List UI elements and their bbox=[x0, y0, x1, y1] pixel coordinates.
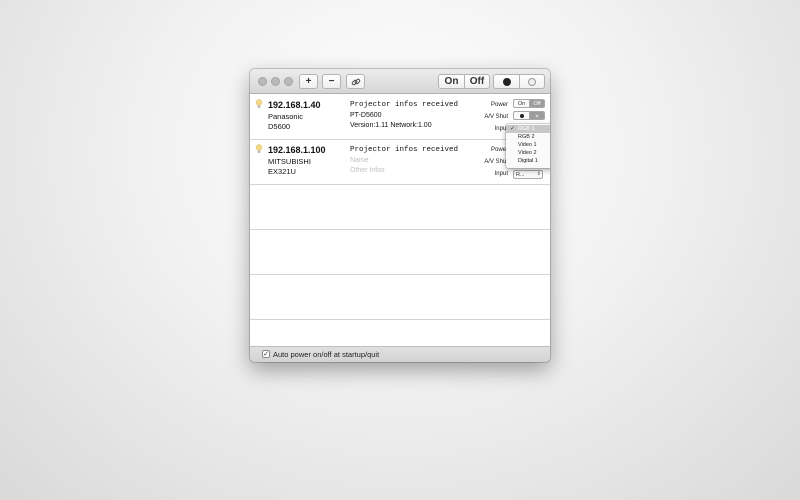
plus-icon: + bbox=[305, 76, 312, 87]
input-select-value: R... bbox=[516, 171, 525, 178]
remove-projector-button[interactable]: − bbox=[322, 74, 341, 89]
toolbar: + − On Off bbox=[250, 69, 550, 94]
filled-circle-icon bbox=[502, 77, 511, 86]
projector-list: 192.168.1.40 Panasonic D5600 Projector i… bbox=[250, 95, 550, 346]
input-dropdown-menu: ✓ RGB 1 RGB 2 Video 1 Video 2 Digital 1 bbox=[506, 124, 550, 168]
open-circle-icon bbox=[528, 77, 536, 86]
av-shut-on-button[interactable] bbox=[514, 112, 529, 119]
power-all-segmented: On Off bbox=[438, 74, 490, 89]
minus-icon: − bbox=[328, 76, 335, 87]
link-icon bbox=[351, 78, 360, 85]
checkmark-icon: ✓ bbox=[510, 126, 516, 132]
lightbulb-icon bbox=[255, 144, 263, 153]
projector-other-info-field[interactable]: Other Infos bbox=[350, 167, 385, 174]
input-label: Input bbox=[494, 171, 508, 177]
av-shut-label: A/V Shut bbox=[484, 114, 508, 120]
all-on-button[interactable]: On bbox=[439, 75, 464, 88]
minimize-window-button[interactable] bbox=[271, 77, 280, 86]
menu-item-video2[interactable]: Video 2 bbox=[506, 149, 550, 157]
projector-brand: MITSUBISHI bbox=[268, 157, 311, 166]
projector-name[interactable]: PT-D5600 bbox=[350, 112, 382, 119]
power-off-button[interactable]: Off bbox=[529, 100, 544, 107]
zoom-window-button[interactable] bbox=[284, 77, 293, 86]
projector-other-info[interactable]: Version:1.11 Network:1.00 bbox=[350, 122, 432, 129]
all-av-open-button[interactable] bbox=[519, 75, 544, 88]
projector-ip: 192.168.1.100 bbox=[268, 145, 326, 155]
empty-row bbox=[250, 185, 550, 230]
open-circle-icon bbox=[535, 113, 539, 118]
projector-row[interactable]: 192.168.1.40 Panasonic D5600 Projector i… bbox=[250, 95, 550, 140]
menu-item-video1[interactable]: Video 1 bbox=[506, 141, 550, 149]
menu-item-digital1[interactable]: Digital 1 bbox=[506, 157, 550, 165]
projector-window: + − On Off 192.168.1.40 Panasonic D5600 … bbox=[250, 69, 550, 362]
empty-row bbox=[250, 275, 550, 320]
close-window-button[interactable] bbox=[258, 77, 267, 86]
menu-item-rgb1[interactable]: ✓ RGB 1 bbox=[506, 125, 550, 133]
projector-model: EX321U bbox=[268, 167, 296, 176]
link-button[interactable] bbox=[346, 74, 365, 89]
all-av-shut-button[interactable] bbox=[494, 75, 519, 88]
all-off-button[interactable]: Off bbox=[464, 75, 489, 88]
lightbulb-icon bbox=[255, 99, 263, 108]
projector-row[interactable]: 192.168.1.100 MITSUBISHI EX321U Projecto… bbox=[250, 140, 550, 185]
power-label: Power bbox=[490, 102, 508, 108]
power-label: Power bbox=[490, 147, 508, 153]
checkmark-icon: ✓ bbox=[263, 351, 269, 358]
projector-status: Projector infos received bbox=[350, 146, 459, 154]
projector-model: D5600 bbox=[268, 122, 291, 131]
projector-ip: 192.168.1.40 bbox=[268, 100, 321, 110]
projector-brand: Panasonic bbox=[268, 112, 304, 121]
projector-name-field[interactable]: Name bbox=[350, 157, 369, 164]
empty-row bbox=[250, 230, 550, 275]
updown-arrows-icon: ⇕ bbox=[536, 171, 541, 177]
input-select[interactable]: R... ⇕ bbox=[513, 170, 543, 179]
power-toggle: On Off bbox=[513, 99, 545, 108]
av-shut-label: A/V Shut bbox=[484, 159, 508, 165]
av-shut-off-button[interactable] bbox=[529, 112, 544, 119]
menu-item-rgb2[interactable]: RGB 2 bbox=[506, 133, 550, 141]
av-shut-toggle bbox=[513, 111, 545, 120]
input-label: Input bbox=[494, 126, 508, 132]
filled-circle-icon bbox=[519, 113, 524, 118]
auto-power-checkbox[interactable]: ✓ bbox=[262, 350, 270, 358]
add-projector-button[interactable]: + bbox=[299, 74, 318, 89]
auto-power-label: Auto power on/off at startup/quit bbox=[273, 350, 380, 359]
projector-status: Projector infos received bbox=[350, 101, 459, 109]
power-on-button[interactable]: On bbox=[514, 100, 529, 107]
av-shutter-all-segmented bbox=[493, 74, 545, 89]
footer-bar: ✓ Auto power on/off at startup/quit bbox=[250, 346, 550, 362]
